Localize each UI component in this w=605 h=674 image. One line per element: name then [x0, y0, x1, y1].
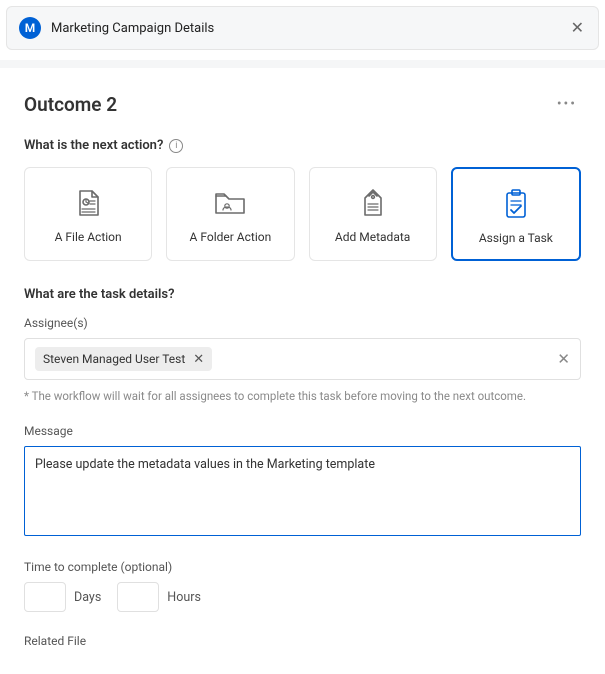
message-input[interactable]: [24, 446, 581, 536]
action-file[interactable]: A File Action: [24, 167, 152, 261]
hours-input[interactable]: [117, 582, 159, 612]
assignee-chip: Steven Managed User Test ✕: [35, 347, 212, 371]
tag-icon: [316, 186, 430, 220]
top-banner: M Marketing Campaign Details ✕: [6, 6, 599, 50]
action-assign-task[interactable]: Assign a Task: [451, 167, 581, 261]
action-folder[interactable]: A Folder Action: [166, 167, 294, 261]
outcome-panel: Outcome 2 ••• What is the next action? i…: [0, 68, 605, 674]
related-file-label: Related File: [24, 634, 581, 648]
action-metadata-label: Add Metadata: [316, 230, 430, 244]
hours-unit: Hours: [167, 590, 201, 605]
workflow-title: Marketing Campaign Details: [51, 21, 559, 36]
days-unit: Days: [74, 590, 101, 605]
time-row: Days Hours: [24, 582, 581, 612]
action-folder-label: A Folder Action: [173, 230, 287, 244]
close-icon[interactable]: ✕: [569, 20, 586, 36]
action-grid: A File Action A Folder Action: [24, 167, 581, 261]
info-icon[interactable]: i: [169, 139, 183, 153]
assignee-chip-name: Steven Managed User Test: [43, 352, 185, 366]
page-title: Outcome 2: [24, 93, 117, 116]
action-file-label: A File Action: [31, 230, 145, 244]
assignee-note: * The workflow will wait for all assigne…: [24, 388, 581, 404]
action-metadata[interactable]: Add Metadata: [309, 167, 437, 261]
task-details-text: What are the task details?: [24, 287, 175, 302]
clear-assignees-icon[interactable]: ✕: [557, 350, 570, 368]
next-action-label: What is the next action? i: [24, 138, 581, 153]
action-task-label: Assign a Task: [459, 231, 573, 245]
assignee-input[interactable]: Steven Managed User Test ✕ ✕: [24, 338, 581, 380]
clipboard-check-icon: [459, 187, 573, 221]
assignee-label: Assignee(s): [24, 316, 581, 330]
next-action-text: What is the next action?: [24, 138, 163, 153]
chip-remove-icon[interactable]: ✕: [193, 353, 204, 366]
file-icon: [31, 186, 145, 220]
workflow-avatar: M: [19, 17, 41, 39]
separator-strip: [0, 60, 605, 68]
more-options-icon[interactable]: •••: [553, 92, 581, 116]
task-details-label: What are the task details?: [24, 287, 581, 302]
message-label: Message: [24, 424, 581, 438]
time-label: Time to complete (optional): [24, 560, 581, 574]
folder-icon: [173, 186, 287, 220]
days-input[interactable]: [24, 582, 66, 612]
